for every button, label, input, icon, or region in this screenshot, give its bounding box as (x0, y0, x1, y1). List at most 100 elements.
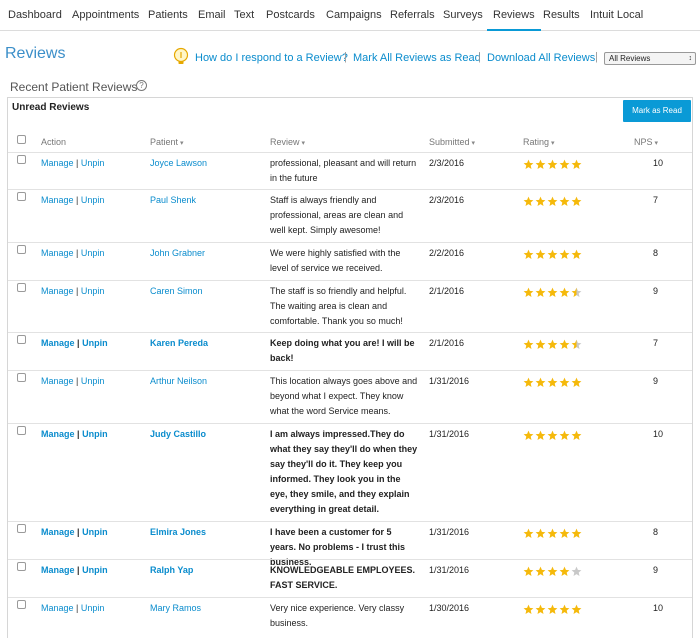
tab-postcards[interactable]: Postcards (266, 9, 315, 21)
column-header-label: Review (270, 137, 300, 147)
row-checkbox[interactable] (17, 600, 26, 609)
table-row: Manage | Unpin Paul Shenk Staff is always … (8, 189, 692, 242)
review-filter-select[interactable]: All Reviews ↕ (604, 52, 696, 65)
download-all-reviews-link[interactable]: Download All Reviews (487, 52, 595, 64)
patient-name-link[interactable]: Paul Shenk (150, 195, 196, 205)
submitted-date: 1/31/2016 (429, 376, 470, 386)
row-actions: Manage | Unpin (41, 286, 104, 296)
lightbulb-icon[interactable] (173, 47, 189, 67)
row-actions: Manage | Unpin (41, 195, 104, 205)
unpin-link[interactable]: Unpin (81, 158, 105, 168)
row-checkbox[interactable] (17, 283, 26, 292)
star-icon (571, 159, 582, 169)
manage-link[interactable]: Manage (41, 195, 74, 205)
manage-link[interactable]: Manage (41, 527, 75, 537)
manage-link[interactable]: Manage (41, 338, 75, 348)
action-separator: | (76, 376, 79, 386)
unpin-link[interactable]: Unpin (81, 248, 105, 258)
row-checkbox[interactable] (17, 562, 26, 571)
patient-name-link[interactable]: Caren Simon (150, 286, 203, 296)
patient-name-link[interactable]: Elmira Jones (150, 527, 206, 537)
submitted-date: 2/1/2016 (429, 286, 465, 296)
row-checkbox[interactable] (17, 335, 26, 344)
unpin-link[interactable]: Unpin (81, 286, 105, 296)
row-checkbox[interactable] (17, 245, 26, 254)
manage-link[interactable]: Manage (41, 286, 74, 296)
tab-patients[interactable]: Patients (148, 9, 188, 21)
table-row: Manage | Unpin Elmira Jones I have been a … (8, 521, 692, 567)
manage-link[interactable]: Manage (41, 603, 74, 613)
tab-surveys[interactable]: Surveys (443, 9, 483, 21)
patient-name-link[interactable]: Joyce Lawson (150, 158, 207, 168)
tab-email[interactable]: Email (198, 9, 226, 21)
unpin-link[interactable]: Unpin (82, 565, 108, 575)
action-separator: | (76, 158, 79, 168)
tab-reviews[interactable]: Reviews (487, 9, 541, 31)
patient-name-link[interactable]: Karen Pereda (150, 338, 208, 348)
question-circle-icon[interactable]: ? (136, 80, 147, 91)
patient-name-link[interactable]: Arthur Neilson (150, 376, 207, 386)
tab-appointments[interactable]: Appointments (72, 9, 139, 21)
star-icon (571, 339, 582, 349)
column-header-nps[interactable]: NPS ▾ (634, 137, 658, 147)
column-header-submitted[interactable]: Submitted ▾ (429, 137, 475, 147)
mark-as-read-button[interactable]: Mark as Read (623, 100, 691, 122)
manage-link[interactable]: Manage (41, 565, 75, 575)
unpin-link[interactable]: Unpin (81, 603, 105, 613)
action-separator: | (76, 195, 79, 205)
column-header-review[interactable]: Review ▾ (270, 137, 305, 147)
panel-title: Unread Reviews (12, 102, 90, 113)
star-icon (571, 377, 582, 387)
table-row: Manage | Unpin Caren Simon The staff is so… (8, 280, 692, 332)
patient-name-link[interactable]: John Grabner (150, 248, 205, 258)
manage-link[interactable]: Manage (41, 248, 74, 258)
manage-link[interactable]: Manage (41, 429, 75, 439)
section-title: Recent Patient Reviews (10, 80, 138, 94)
review-text: This location always goes above and beyo… (270, 376, 418, 416)
column-header-patient[interactable]: Patient ▾ (150, 137, 184, 147)
patient-name-link[interactable]: Ralph Yap (150, 565, 193, 575)
star-icon (571, 287, 582, 297)
how-to-respond-link[interactable]: How do I respond to a Review? (195, 52, 348, 64)
star-icon (535, 249, 546, 259)
unpin-link[interactable]: Unpin (82, 429, 108, 439)
star-rating (523, 194, 585, 206)
action-separator: | (76, 286, 79, 296)
unpin-link[interactable]: Unpin (82, 527, 108, 537)
row-checkbox[interactable] (17, 155, 26, 164)
row-actions: Manage | Unpin (41, 248, 104, 258)
column-header-label: NPS (634, 137, 653, 147)
star-rating (523, 157, 585, 169)
nps-score: 10 (653, 429, 664, 439)
row-checkbox[interactable] (17, 192, 26, 201)
manage-link[interactable]: Manage (41, 376, 74, 386)
tab-campaigns[interactable]: Campaigns (326, 9, 382, 21)
star-icon (559, 528, 570, 538)
tab-text[interactable]: Text (234, 9, 254, 21)
tab-referrals[interactable]: Referrals (390, 9, 435, 21)
column-header-rating[interactable]: Rating ▾ (523, 137, 555, 147)
mark-all-read-link[interactable]: Mark All Reviews as Read (353, 52, 481, 64)
unpin-link[interactable]: Unpin (82, 338, 108, 348)
star-icon (535, 528, 546, 538)
patient-name-link[interactable]: Judy Castillo (150, 429, 206, 439)
select-all-checkbox[interactable] (17, 135, 26, 144)
unpin-link[interactable]: Unpin (81, 195, 105, 205)
tab-intuit-local[interactable]: Intuit Local (590, 9, 643, 21)
tab-results[interactable]: Results (543, 9, 580, 21)
table-row: Manage | Unpin Arthur Neilson This locatio… (8, 370, 692, 423)
tab-dashboard[interactable]: Dashboard (8, 9, 62, 21)
unpin-link[interactable]: Unpin (81, 376, 105, 386)
star-icon (535, 604, 546, 614)
submitted-date: 2/1/2016 (429, 338, 465, 348)
review-text: KNOWLEDGEABLE EMPLOYEES. FAST SERVICE. (270, 565, 416, 590)
star-rating (523, 247, 585, 259)
star-icon (535, 159, 546, 169)
row-checkbox[interactable] (17, 373, 26, 382)
row-actions: Manage | Unpin (41, 565, 108, 575)
row-checkbox[interactable] (17, 426, 26, 435)
manage-link[interactable]: Manage (41, 158, 74, 168)
row-checkbox[interactable] (17, 524, 26, 533)
patient-name-link[interactable]: Mary Ramos (150, 603, 201, 613)
star-icon (535, 430, 546, 440)
